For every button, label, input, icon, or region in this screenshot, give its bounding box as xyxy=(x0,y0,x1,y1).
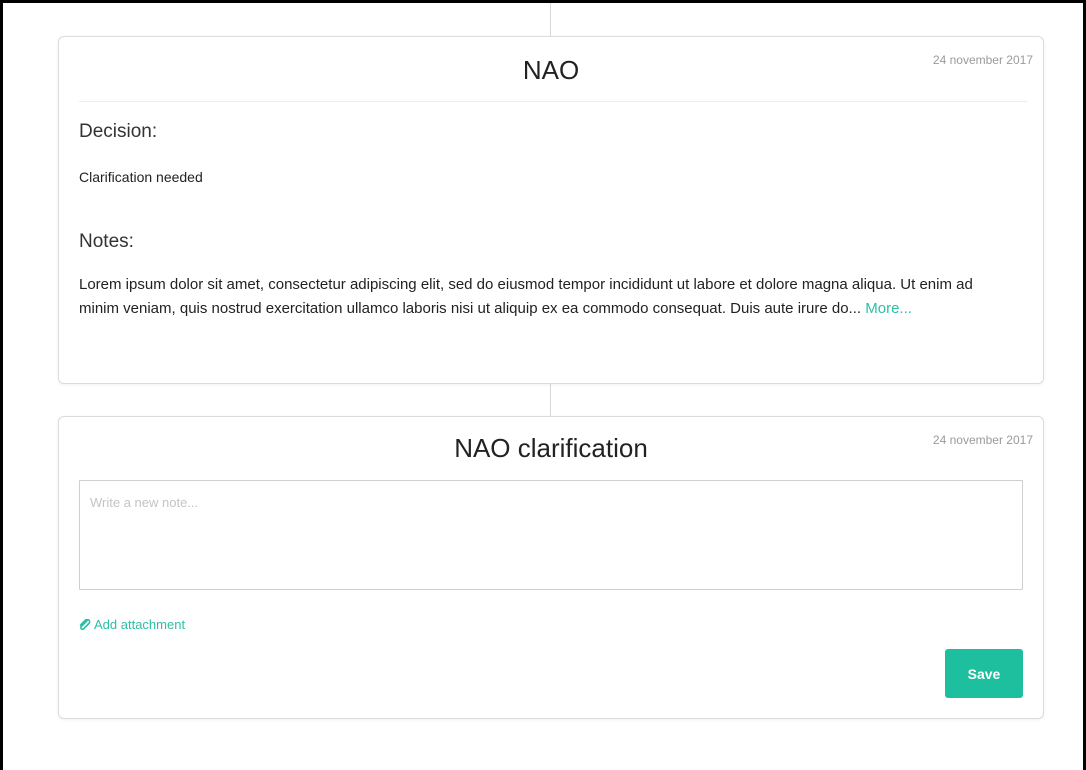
decision-value: Clarification needed xyxy=(79,169,203,185)
new-note-input[interactable] xyxy=(79,480,1023,590)
timeline-connector-top xyxy=(550,3,551,36)
timeline-card-nao: NAO 24 november 2017 Decision: Clarifica… xyxy=(58,36,1044,384)
paperclip-icon xyxy=(79,618,91,631)
decision-heading: Decision: xyxy=(79,121,158,142)
save-button[interactable]: Save xyxy=(945,649,1023,698)
notes-heading: Notes: xyxy=(79,231,134,252)
more-link[interactable]: More... xyxy=(865,300,912,317)
card-title: NAO xyxy=(522,55,580,85)
timeline-connector-middle xyxy=(550,384,551,416)
card-date: 24 november 2017 xyxy=(932,53,1033,67)
notes-text: Lorem ipsum dolor sit amet, consectetur … xyxy=(79,276,973,317)
card-title: NAO clarification xyxy=(454,433,648,463)
timeline-card-nao-clarification: NAO clarification 24 november 2017 Add a… xyxy=(58,416,1044,719)
card-divider xyxy=(79,101,1027,102)
card-date: 24 november 2017 xyxy=(932,433,1033,447)
notes-body: Lorem ipsum dolor sit amet, consectetur … xyxy=(79,273,1003,321)
add-attachment-label: Add attachment xyxy=(94,617,186,632)
add-attachment-link[interactable]: Add attachment xyxy=(79,617,185,632)
